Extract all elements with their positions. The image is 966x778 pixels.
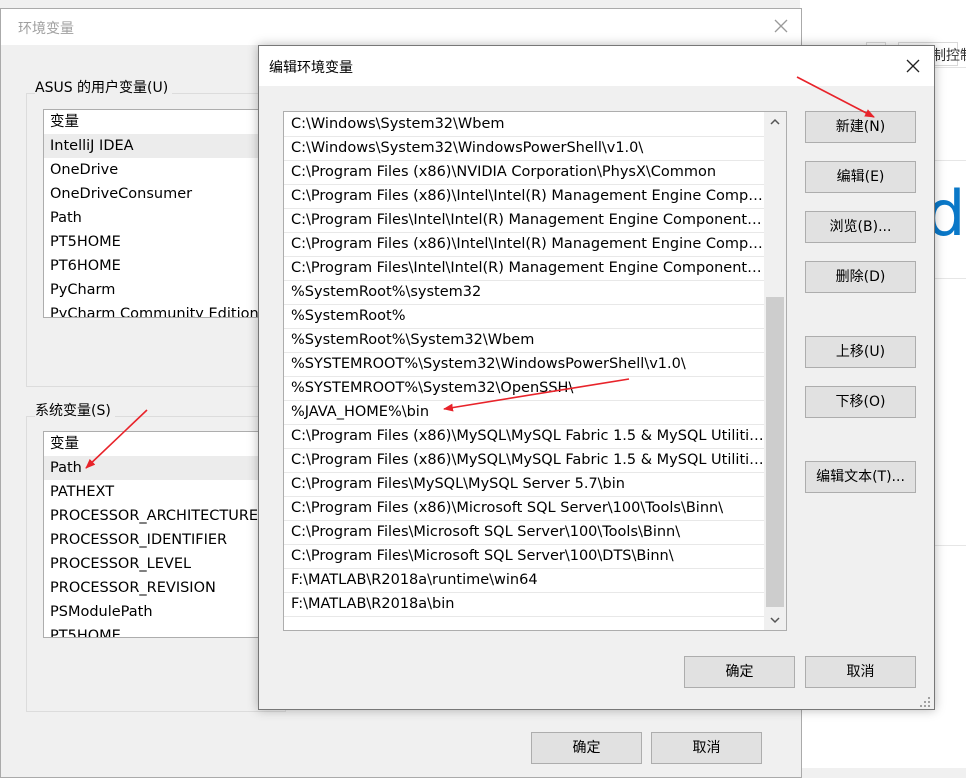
path-entries-list[interactable]: C:\Windows\System32\Wbem C:\Windows\Syst…	[283, 111, 787, 631]
list-header[interactable]: 变量	[44, 432, 272, 456]
edit-button[interactable]: 编辑(E)	[805, 161, 916, 193]
list-item[interactable]: OneDrive	[44, 158, 272, 182]
list-item[interactable]: F:\MATLAB\R2018a\bin	[284, 593, 764, 617]
background-divider	[934, 545, 966, 546]
list-header[interactable]: 变量	[44, 110, 272, 134]
delete-button[interactable]: 删除(D)	[805, 261, 916, 293]
browse-button[interactable]: 浏览(B)...	[805, 211, 916, 243]
list-item[interactable]: %SystemRoot%\system32	[284, 281, 764, 305]
list-item[interactable]: C:\Program Files\MySQL\MySQL Server 5.7\…	[284, 473, 764, 497]
list-item[interactable]: F:\MATLAB\R2018a\runtime\win64	[284, 569, 764, 593]
env-ok-button[interactable]: 确定	[531, 732, 642, 764]
list-item[interactable]: %SystemRoot%	[284, 305, 764, 329]
edit-cancel-button[interactable]: 取消	[805, 656, 916, 688]
list-item[interactable]: C:\Program Files (x86)\Microsoft SQL Ser…	[284, 497, 764, 521]
list-item[interactable]: C:\Program Files (x86)\MySQL\MySQL Fabri…	[284, 449, 764, 473]
background-toolbar-text: 制控制	[932, 48, 966, 64]
system-vars-list[interactable]: 变量 Path PATHEXT PROCESSOR_ARCHITECTURE P…	[43, 431, 273, 638]
path-rows: C:\Windows\System32\Wbem C:\Windows\Syst…	[284, 113, 764, 617]
list-item[interactable]: C:\Program Files\Intel\Intel(R) Manageme…	[284, 209, 764, 233]
list-item[interactable]: PyCharm Community Edition	[44, 302, 272, 317]
user-vars-group-label: ASUS 的用户变量(U)	[35, 77, 173, 97]
list-item[interactable]: PT5HOME	[44, 230, 272, 254]
env-dialog-title: 环境变量	[18, 21, 74, 37]
chevron-down-icon[interactable]	[764, 610, 786, 630]
list-item[interactable]: C:\Program Files (x86)\Intel\Intel(R) Ma…	[284, 233, 764, 257]
edit-text-button[interactable]: 编辑文本(T)...	[805, 461, 916, 493]
env-dialog-titlebar: 环境变量	[1, 9, 801, 45]
list-item[interactable]: C:\Windows\System32\WindowsPowerShell\v1…	[284, 137, 764, 161]
move-up-button[interactable]: 上移(U)	[805, 336, 916, 368]
chevron-up-icon[interactable]	[764, 112, 786, 132]
edit-dialog-titlebar: 编辑环境变量	[259, 46, 934, 86]
list-item[interactable]: C:\Program Files\Microsoft SQL Server\10…	[284, 521, 764, 545]
list-item[interactable]: C:\Program Files\Intel\Intel(R) Manageme…	[284, 257, 764, 281]
list-item[interactable]: PyCharm	[44, 278, 272, 302]
system-vars-group-label: 系统变量(S)	[35, 400, 115, 420]
edit-dialog-title: 编辑环境变量	[269, 60, 353, 76]
list-item[interactable]: Path	[44, 456, 272, 480]
list-item[interactable]: OneDriveConsumer	[44, 182, 272, 206]
list-item[interactable]: PROCESSOR_REVISION	[44, 576, 272, 600]
path-list-scrollbar[interactable]	[764, 112, 786, 630]
list-item[interactable]: C:\Program Files (x86)\Intel\Intel(R) Ma…	[284, 185, 764, 209]
edit-environment-variable-dialog: 编辑环境变量 C:\Windows\System32\Wbem C:\Windo…	[258, 45, 935, 710]
list-item[interactable]: %SYSTEMROOT%\System32\WindowsPowerShell\…	[284, 353, 764, 377]
move-down-button[interactable]: 下移(O)	[805, 386, 916, 418]
list-item[interactable]: PROCESSOR_LEVEL	[44, 552, 272, 576]
close-icon[interactable]	[772, 17, 790, 35]
list-item[interactable]: PSModulePath	[44, 600, 272, 624]
list-item[interactable]: PT6HOME	[44, 254, 272, 278]
list-item[interactable]: IntelliJ IDEA	[44, 134, 272, 158]
list-item[interactable]: PT5HOME	[44, 624, 272, 637]
resize-grip-icon[interactable]	[919, 696, 931, 708]
list-item[interactable]: PROCESSOR_ARCHITECTURE	[44, 504, 272, 528]
edit-ok-button[interactable]: 确定	[684, 656, 795, 688]
list-item[interactable]: PATHEXT	[44, 480, 272, 504]
list-item[interactable]: %JAVA_HOME%\bin	[284, 401, 764, 425]
scrollbar-thumb[interactable]	[766, 297, 784, 607]
list-item[interactable]: C:\Windows\System32\Wbem	[284, 113, 764, 137]
list-item[interactable]: %SystemRoot%\System32\Wbem	[284, 329, 764, 353]
new-button[interactable]: 新建(N)	[805, 111, 916, 143]
list-item[interactable]: C:\Program Files (x86)\MySQL\MySQL Fabri…	[284, 425, 764, 449]
close-icon[interactable]	[904, 57, 922, 75]
list-item[interactable]: PROCESSOR_IDENTIFIER	[44, 528, 272, 552]
list-item[interactable]: Path	[44, 206, 272, 230]
list-item[interactable]: C:\Program Files\Microsoft SQL Server\10…	[284, 545, 764, 569]
list-item[interactable]: %SYSTEMROOT%\System32\OpenSSH\	[284, 377, 764, 401]
user-vars-list[interactable]: 变量 IntelliJ IDEA OneDrive OneDriveConsum…	[43, 109, 273, 318]
background-divider	[934, 278, 966, 279]
background-divider	[934, 160, 966, 161]
list-item[interactable]: C:\Program Files (x86)\NVIDIA Corporatio…	[284, 161, 764, 185]
env-cancel-button[interactable]: 取消	[651, 732, 762, 764]
